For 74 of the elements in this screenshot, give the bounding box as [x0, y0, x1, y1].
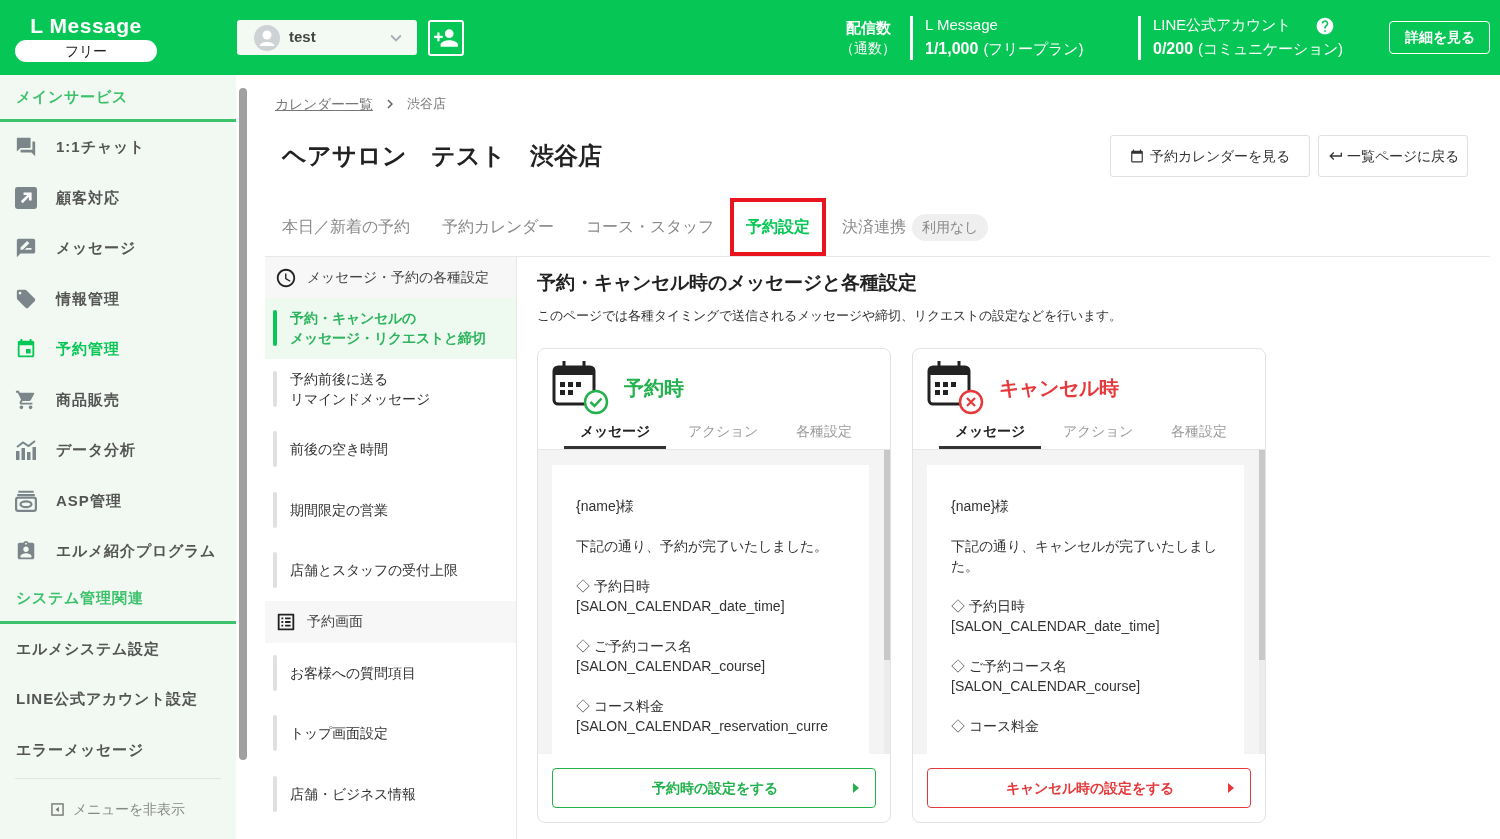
usage-plan: (コミュニケーション)	[1198, 38, 1344, 59]
tag-icon	[15, 287, 37, 310]
cart-icon	[15, 388, 37, 411]
nav-group-label: 予約画面	[307, 612, 363, 631]
section-title: メインサービス	[16, 86, 128, 107]
message-text: 下記の通り、予約が完了いたしました。	[576, 537, 829, 556]
bar-chart-icon	[15, 439, 37, 462]
caret-right-icon	[1228, 783, 1234, 793]
sidebar-item[interactable]: メッセージ	[0, 223, 236, 274]
status-badge: 利用なし	[912, 213, 988, 241]
usage-title: L Message	[925, 15, 998, 36]
sidebar-item[interactable]: 情報管理	[0, 273, 236, 324]
arrow-up-right-icon	[15, 186, 37, 209]
stats-title: 配信数	[845, 17, 891, 38]
view-calendar-button[interactable]: 予約カレンダーを見る	[1110, 135, 1310, 177]
settings-nav-item[interactable]: 店舗とスタッフの受付上限	[265, 540, 516, 601]
tab[interactable]: 予約カレンダー	[426, 198, 570, 256]
settings-nav-item[interactable]: 前後の空き時間	[265, 419, 516, 480]
usage-count: 1/1,000	[925, 38, 979, 59]
message-text: ◇ 予約日時 [SALON_CALENDAR_date_time]	[951, 597, 1161, 636]
hide-menu-button[interactable]: メニューを非表示	[0, 779, 236, 839]
caret-right-icon	[853, 783, 859, 793]
back-button[interactable]: 一覧ページに戻る	[1318, 135, 1468, 177]
message-text: ◇ 予約日時 [SALON_CALENDAR_date_time]	[576, 577, 786, 616]
tab[interactable]: コース・スタッフ	[570, 198, 730, 256]
sidebar-item[interactable]: データ分析	[0, 425, 236, 476]
usage-count: 0/200	[1153, 38, 1194, 59]
card-title: 予約時	[624, 375, 684, 401]
collapse-icon	[51, 802, 64, 816]
message-text: ◇ コース料金	[951, 717, 1040, 736]
avatar-icon	[254, 24, 280, 51]
calendar-check-icon	[552, 360, 609, 415]
message-text: ◇ コース料金 [SALON_CALENDAR_reservation_curre	[576, 697, 830, 736]
sidebar-item[interactable]: LINE公式アカウント設定	[0, 674, 236, 725]
add-friend-button[interactable]	[428, 19, 464, 56]
message-text: 下記の通り、キャンセルが完了いたしました。	[951, 537, 1218, 576]
account-select[interactable]: test	[237, 20, 417, 55]
sidebar-item[interactable]: エルメ紹介プログラム	[0, 526, 236, 577]
page-title: ヘアサロン テスト 渋谷店	[282, 141, 602, 171]
clock-icon	[275, 266, 297, 289]
breadcrumb-current: 渋谷店	[407, 95, 446, 114]
archive-box-icon	[15, 489, 37, 512]
sidebar-item[interactable]: 商品販売	[0, 374, 236, 425]
sidebar-item[interactable]: エラーメッセージ	[0, 724, 236, 775]
stats-unit: （通数）	[840, 38, 896, 58]
card-title: キャンセル時	[999, 375, 1119, 401]
section-title: システム管理関連	[16, 588, 144, 609]
settings-nav-item[interactable]: 予約前後に送る リマインドメッセージ	[265, 358, 516, 419]
sidebar-item[interactable]: 1:1チャット	[0, 122, 236, 173]
help-icon[interactable]	[1315, 15, 1336, 36]
calendar-icon	[1130, 149, 1144, 163]
settings-button[interactable]: キャンセル時の設定をする	[927, 768, 1251, 808]
section-description: このページでは各種タイミングで送信されるメッセージや締切、リクエストの設定などを行います。	[537, 307, 1123, 325]
usage-title: LINE公式アカウント	[1153, 15, 1292, 36]
message-text: ◇ ご予約コース名 [SALON_CALENDAR_course]	[576, 637, 767, 676]
plan-badge: フリー	[15, 40, 157, 62]
sidebar-item[interactable]: エルメシステム設定	[0, 623, 236, 674]
settings-nav-item[interactable]: お客様への質問項目	[265, 642, 516, 703]
tab[interactable]: 本日／新着の予約	[266, 198, 426, 256]
section-heading: 予約・キャンセル時のメッセージと各種設定	[537, 271, 918, 295]
message-text: ◇ ご予約コース名 [SALON_CALENDAR_course]	[951, 657, 1142, 696]
usage-plan: (フリープラン)	[983, 38, 1084, 59]
sidebar-item[interactable]: ASP管理	[0, 475, 236, 526]
logo: L Message	[30, 13, 142, 39]
settings-nav-item[interactable]: トップ画面設定	[265, 703, 516, 764]
tab[interactable]: 決済連携 利用なし	[826, 198, 1004, 256]
settings-nav-item[interactable]: 期間限定の営業	[265, 479, 516, 540]
settings-nav-item[interactable]: 店舗・ビジネス情報	[265, 763, 516, 824]
nav-group-label: メッセージ・予約の各種設定	[307, 268, 489, 287]
message-text: {name}様	[951, 497, 1011, 516]
breadcrumb-link[interactable]: カレンダー一覧	[275, 93, 373, 115]
calendar-cross-icon	[927, 360, 984, 415]
sidebar-item[interactable]: 顧客対応	[0, 172, 236, 223]
message-text: {name}様	[576, 497, 636, 516]
